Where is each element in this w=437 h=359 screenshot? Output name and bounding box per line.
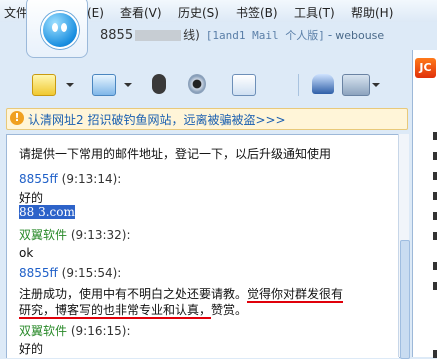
menu-tools[interactable]: 工具(T) xyxy=(294,4,335,21)
message-header: 8855ff (9:15:54): xyxy=(19,266,121,280)
buddy-name: 8855 xyxy=(100,28,134,43)
sender-name: 双翼软件 xyxy=(19,228,68,242)
glyph-fragment xyxy=(433,192,437,200)
message-text: ok xyxy=(19,246,34,260)
menu-file[interactable]: 文件 xyxy=(4,4,28,21)
toolbar-divider xyxy=(298,74,299,96)
glyph-fragment xyxy=(433,152,437,160)
buddy-website[interactable]: webouse xyxy=(335,29,384,42)
glyph-fragment xyxy=(433,232,437,240)
selected-email-text[interactable]: 88 3.com xyxy=(19,205,75,219)
webcam-icon[interactable] xyxy=(188,74,206,94)
menu-help[interactable]: 帮助(H) xyxy=(351,4,393,21)
sender-name: 8855ff xyxy=(19,266,58,280)
ad-badge[interactable]: JC xyxy=(415,58,436,78)
security-warning-bar[interactable]: ! 认清网址2 招识破钓鱼网站，远离被骗被盗>>> xyxy=(6,108,408,130)
message-email[interactable]: 88 3.com xyxy=(19,205,75,219)
header-separator: - xyxy=(327,28,333,42)
chat-scrollbar[interactable] xyxy=(398,134,410,359)
chevron-down-icon[interactable] xyxy=(372,83,380,87)
microphone-icon[interactable] xyxy=(152,74,166,94)
avatar[interactable] xyxy=(26,0,88,58)
file-transfer-icon[interactable] xyxy=(92,74,116,96)
glyph-fragment xyxy=(433,282,437,290)
message-text: 注册成功，使用中有不明白之处还要请教。觉得你对群发很有 xyxy=(19,285,344,303)
chevron-down-icon[interactable] xyxy=(124,83,132,87)
glyph-fragment xyxy=(433,262,437,270)
qq-penguin-icon xyxy=(41,11,79,49)
security-warning-link[interactable]: 认清网址2 招识破钓鱼网站，远离被骗被盗>>> xyxy=(28,111,286,128)
underlined-segment: 觉得你对群发很有 xyxy=(247,287,344,303)
warning-icon: ! xyxy=(10,111,24,125)
buddy-status: 线) xyxy=(183,28,200,42)
chevron-down-icon[interactable] xyxy=(66,83,74,87)
email-icon[interactable] xyxy=(232,74,256,96)
user-info-icon[interactable] xyxy=(312,74,334,94)
message-time: (9:13:32): xyxy=(70,228,131,242)
message-time: (9:13:14): xyxy=(61,172,122,186)
glyph-fragment xyxy=(433,212,437,220)
side-panel: JC xyxy=(412,50,437,358)
redacted-block xyxy=(135,30,182,41)
glyph-fragment xyxy=(433,172,437,180)
menu-bookmarks[interactable]: 书签(B) xyxy=(236,4,278,21)
message-text: 研究，博客写的也非常专业和认真，赞赏。 xyxy=(19,301,248,319)
message-segment: 赞赏。 xyxy=(211,303,248,317)
menu-view[interactable]: 查看(V) xyxy=(120,4,162,21)
sender-name: 8855ff xyxy=(19,172,58,186)
scrollbar-thumb[interactable] xyxy=(400,240,410,359)
message-time: (9:16:15): xyxy=(70,324,131,338)
chat-history: 请提供一下常用的邮件地址，登记一下，以后升级通知使用 8855ff (9:13:… xyxy=(6,134,400,358)
message-header: 双翼软件 (9:13:32): xyxy=(19,226,131,243)
message-header: 8855ff (9:13:14): xyxy=(19,172,121,186)
message-header: 双翼软件 (9:16:15): xyxy=(19,322,131,339)
message-text: 请提供一下常用的邮件地址，登记一下，以后升级通知使用 xyxy=(19,147,332,161)
sender-name: 双翼软件 xyxy=(19,324,68,338)
message-time: (9:15:54): xyxy=(61,266,122,280)
buddy-header: 8855 线) [1and1 Mail 个人版] - webouse xyxy=(100,26,430,44)
menu-history[interactable]: 历史(S) xyxy=(178,4,219,21)
buddy-signature: [1and1 Mail 个人版] xyxy=(205,29,325,42)
chat-bubble-icon[interactable] xyxy=(32,74,56,96)
glyph-fragment xyxy=(433,132,437,140)
message-segment: 注册成功，使用中有不明白之处还要请教。 xyxy=(19,287,248,301)
chat-toolbar xyxy=(0,66,437,106)
underlined-segment: 研究，博客写的也非常专业和认真， xyxy=(19,303,212,319)
message-text: 好的 xyxy=(19,191,44,205)
app-launcher-icon[interactable] xyxy=(342,74,370,96)
message-text: 好的 xyxy=(19,342,44,356)
